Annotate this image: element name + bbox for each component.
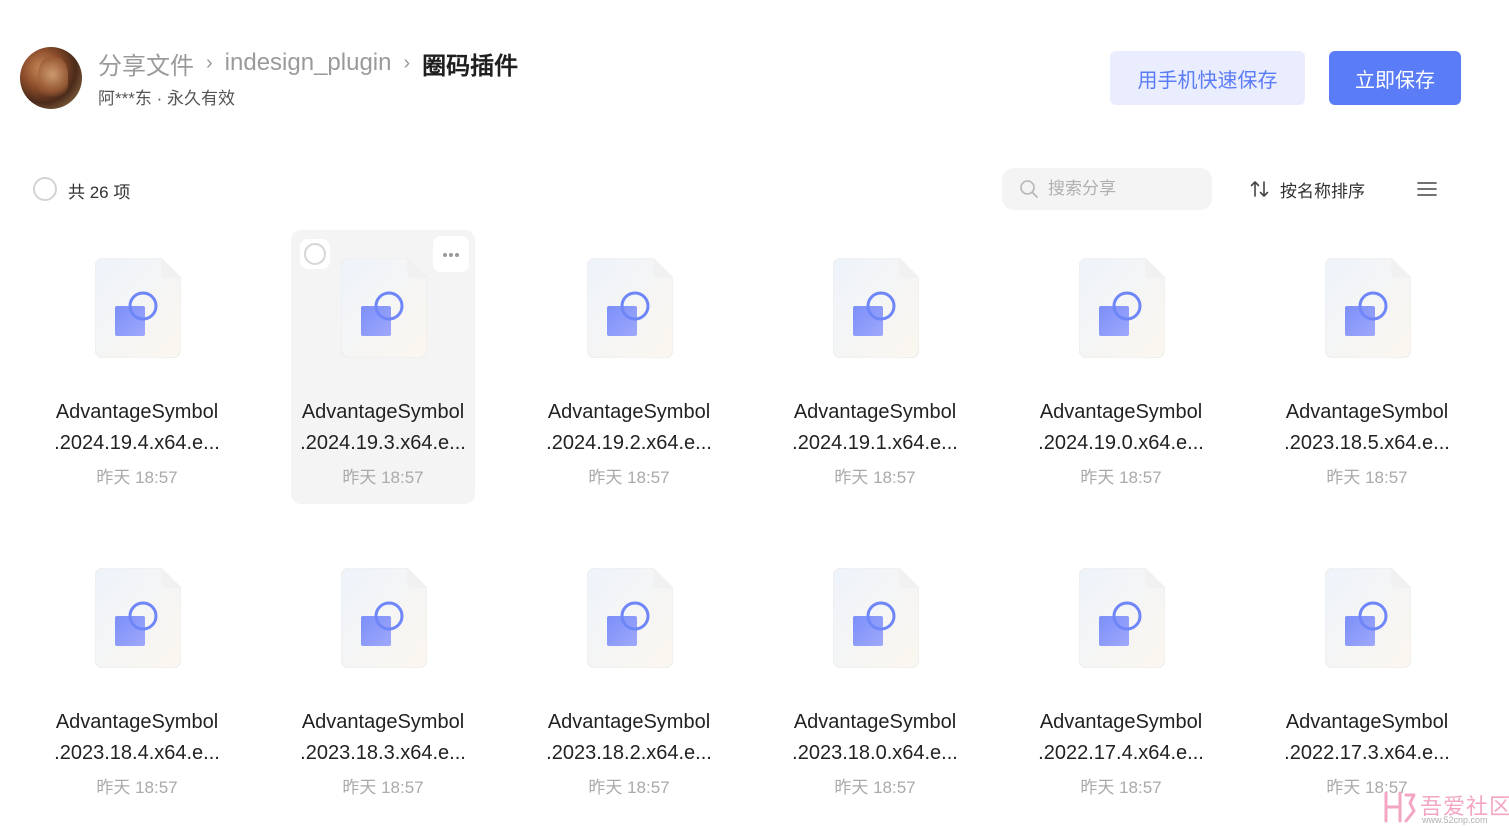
file-card[interactable]: AdvantageSymbol .2024.19.1.x64.e... 昨天 1… [783, 230, 967, 504]
file-name: AdvantageSymbol .2023.18.4.x64.e... [45, 707, 229, 769]
file-name-line-2: .2023.18.4.x64.e... [54, 742, 220, 764]
file-name-line-2: .2024.19.4.x64.e... [54, 432, 220, 454]
search-box[interactable] [1002, 168, 1212, 210]
file-card[interactable]: AdvantageSymbol .2024.19.2.x64.e... 昨天 1… [537, 230, 721, 504]
file-modified-time: 昨天 18:57 [834, 778, 916, 797]
file-card[interactable]: AdvantageSymbol .2023.18.3.x64.e... 昨天 1… [291, 540, 475, 814]
file-name-line-1: AdvantageSymbol [301, 401, 465, 423]
file-name: AdvantageSymbol .2023.18.3.x64.e... [291, 707, 475, 769]
watermark-logo-icon [1384, 791, 1416, 823]
file-modified-time: 昨天 18:57 [1080, 778, 1162, 797]
file-name: AdvantageSymbol .2024.19.3.x64.e... [291, 397, 475, 459]
select-all-checkbox[interactable] [33, 177, 57, 201]
file-name: AdvantageSymbol .2023.18.2.x64.e... [537, 707, 721, 769]
file-name-line-1: AdvantageSymbol [547, 711, 711, 733]
file-card[interactable]: AdvantageSymbol .2024.19.0.x64.e... 昨天 1… [1029, 230, 1213, 504]
file-name-line-1: AdvantageSymbol [793, 401, 957, 423]
file-name-line-2: .2022.17.4.x64.e... [1038, 742, 1204, 764]
file-name: AdvantageSymbol .2024.19.2.x64.e... [537, 397, 721, 459]
breadcrumb-separator: › [206, 51, 213, 74]
file-name: AdvantageSymbol .2024.19.0.x64.e... [1029, 397, 1213, 459]
file-modified-time: 昨天 18:57 [342, 778, 424, 797]
file-name-line-1: AdvantageSymbol [1285, 401, 1449, 423]
app-file-icon [1079, 258, 1165, 358]
breadcrumb: 分享文件 › indesign_plugin › 圈码插件 [98, 46, 518, 80]
file-card[interactable]: AdvantageSymbol .2023.18.4.x64.e... 昨天 1… [45, 540, 229, 814]
file-card[interactable]: AdvantageSymbol .2023.18.2.x64.e... 昨天 1… [537, 540, 721, 814]
file-modified-time: 昨天 18:57 [342, 468, 424, 487]
file-name-line-1: AdvantageSymbol [1039, 401, 1203, 423]
file-name-line-1: AdvantageSymbol [793, 711, 957, 733]
app-file-icon [1079, 568, 1165, 668]
file-name-line-2: .2023.18.3.x64.e... [300, 742, 466, 764]
file-name-line-2: .2023.18.2.x64.e... [546, 742, 712, 764]
breadcrumb-item-share-files[interactable]: 分享文件 [98, 46, 194, 81]
file-modified-time: 昨天 18:57 [1080, 468, 1162, 487]
file-card[interactable]: AdvantageSymbol .2024.19.4.x64.e... 昨天 1… [45, 230, 229, 504]
app-file-icon [95, 568, 181, 668]
file-modified-time: 昨天 18:57 [588, 778, 670, 797]
file-modified-time: 昨天 18:57 [96, 778, 178, 797]
file-modified-time: 昨天 18:57 [1326, 468, 1408, 487]
watermark: 吾爱社区 www.52cnp.com [1378, 785, 1509, 827]
file-card[interactable]: AdvantageSymbol .2023.18.0.x64.e... 昨天 1… [783, 540, 967, 814]
share-header: 分享文件 › indesign_plugin › 圈码插件 阿***东 · 永久… [0, 0, 1509, 130]
more-dots-icon[interactable] [433, 236, 469, 272]
file-name-line-2: .2023.18.5.x64.e... [1284, 432, 1450, 454]
file-name-line-1: AdvantageSymbol [547, 401, 711, 423]
watermark-url: www.52cnp.com [1422, 815, 1488, 825]
phone-save-button[interactable]: 用手机快速保存 [1110, 51, 1305, 105]
search-icon [1020, 180, 1038, 198]
file-name-line-1: AdvantageSymbol [301, 711, 465, 733]
avatar [20, 47, 82, 109]
file-name-line-2: .2024.19.0.x64.e... [1038, 432, 1204, 454]
breadcrumb-item-indesign-plugin[interactable]: indesign_plugin [225, 49, 392, 77]
file-card[interactable]: AdvantageSymbol .2022.17.4.x64.e... 昨天 1… [1029, 540, 1213, 814]
toolbar: 共 26 项 按名称排序 [0, 165, 1509, 213]
file-modified-time: 昨天 18:57 [834, 468, 916, 487]
file-modified-time: 昨天 18:57 [588, 468, 670, 487]
file-name: AdvantageSymbol .2024.19.4.x64.e... [45, 397, 229, 459]
file-name: AdvantageSymbol .2024.19.1.x64.e... [783, 397, 967, 459]
share-owner-info: 阿***东 · 永久有效 [98, 89, 235, 108]
sort-label: 按名称排序 [1280, 181, 1365, 201]
app-file-icon [341, 258, 427, 358]
sort-arrows-icon [1250, 181, 1269, 197]
sort-button[interactable]: 按名称排序 [1249, 177, 1365, 201]
app-file-icon [833, 258, 919, 358]
file-name-line-2: .2022.17.3.x64.e... [1284, 742, 1450, 764]
save-now-button[interactable]: 立即保存 [1329, 51, 1461, 105]
app-file-icon [587, 258, 673, 358]
file-name-line-1: AdvantageSymbol [55, 711, 219, 733]
app-file-icon [587, 568, 673, 668]
file-name: AdvantageSymbol .2023.18.0.x64.e... [783, 707, 967, 769]
file-name-line-2: .2023.18.0.x64.e... [792, 742, 958, 764]
file-name-line-2: .2024.19.3.x64.e... [300, 432, 466, 454]
breadcrumb-separator: › [403, 51, 411, 74]
file-card[interactable]: AdvantageSymbol .2024.19.3.x64.e... 昨天 1… [291, 230, 475, 504]
file-name-line-1: AdvantageSymbol [1039, 711, 1203, 733]
file-name: AdvantageSymbol .2022.17.4.x64.e... [1029, 707, 1213, 769]
app-file-icon [1325, 568, 1411, 668]
item-count: 共 26 项 [68, 183, 131, 202]
file-name: AdvantageSymbol .2022.17.3.x64.e... [1275, 707, 1459, 769]
file-card[interactable]: AdvantageSymbol .2022.17.3.x64.e... 昨天 1… [1275, 540, 1459, 814]
file-name: AdvantageSymbol .2023.18.5.x64.e... [1275, 397, 1459, 459]
app-file-icon [833, 568, 919, 668]
file-name-line-2: .2024.19.1.x64.e... [792, 432, 958, 454]
file-card[interactable]: AdvantageSymbol .2023.18.5.x64.e... 昨天 1… [1275, 230, 1459, 504]
file-select-checkbox[interactable] [300, 239, 330, 269]
breadcrumb-current: 圈码插件 [422, 52, 519, 80]
file-name-line-1: AdvantageSymbol [1285, 711, 1449, 733]
list-view-icon[interactable] [1415, 177, 1439, 201]
app-file-icon [95, 258, 181, 358]
search-input[interactable] [1048, 168, 1198, 210]
file-modified-time: 昨天 18:57 [96, 468, 178, 487]
file-name-line-2: .2024.19.2.x64.e... [546, 432, 712, 454]
file-name-line-1: AdvantageSymbol [55, 401, 219, 423]
app-file-icon [1325, 258, 1411, 358]
app-file-icon [341, 568, 427, 668]
